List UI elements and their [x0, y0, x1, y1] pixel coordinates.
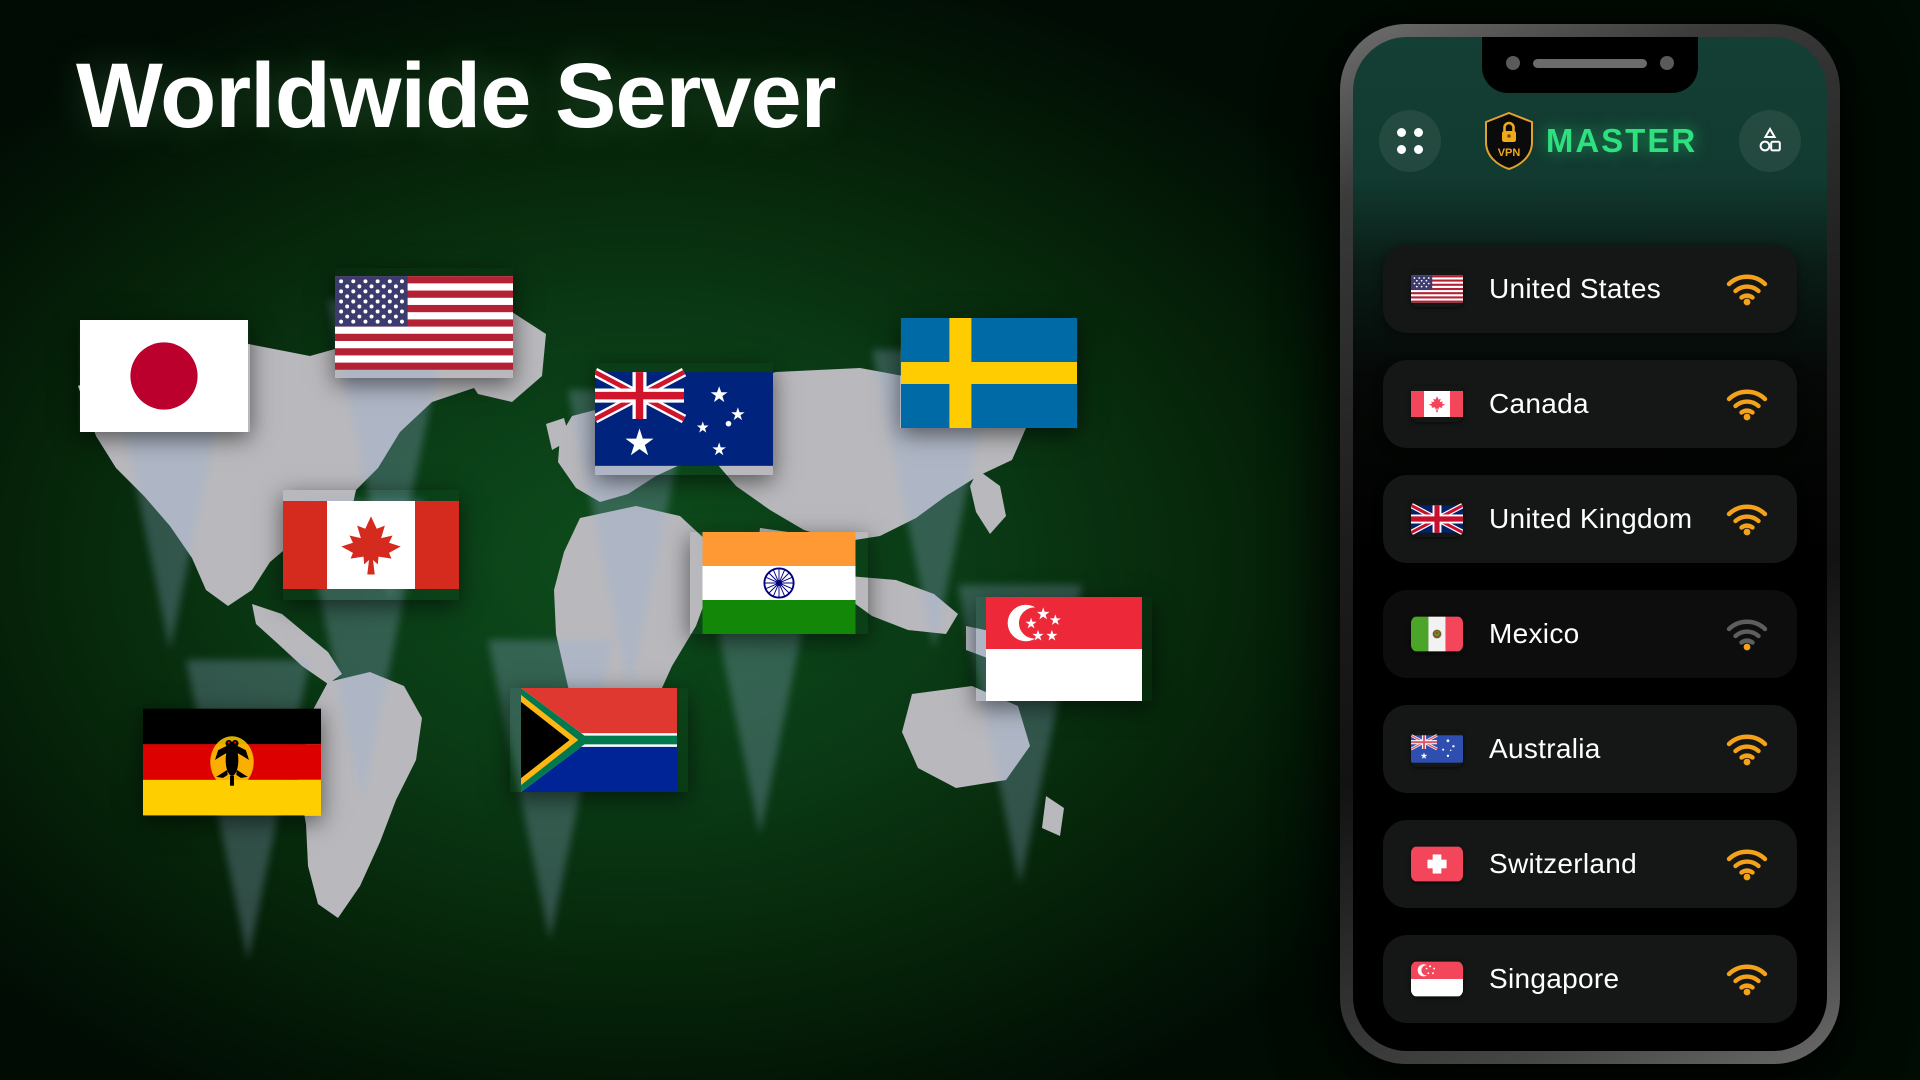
server-name: Australia — [1489, 733, 1601, 764]
wifi-icon — [1726, 734, 1768, 766]
server-name: United States — [1489, 273, 1661, 304]
app-logo: VPN MASTER — [1483, 111, 1697, 171]
poster-canvas: Worldwide Server VPN MASTER United State… — [0, 0, 1920, 1080]
flag-icon-mx — [1411, 616, 1463, 652]
map-flag-australia — [595, 363, 773, 475]
wifi-icon — [1726, 504, 1768, 536]
wifi-icon — [1726, 274, 1768, 306]
server-list: United States Canada United Kingdom Mexi… — [1353, 245, 1827, 1050]
earpiece-speaker — [1533, 59, 1647, 68]
server-row-switzerland[interactable]: Switzerland — [1383, 820, 1797, 908]
server-row-united-states[interactable]: United States — [1383, 245, 1797, 333]
shapes-icon — [1759, 126, 1781, 152]
server-row-australia[interactable]: Australia — [1383, 705, 1797, 793]
map-flag-singapore — [976, 597, 1152, 701]
map-flag-south-africa — [510, 688, 688, 792]
phone-screen: VPN MASTER United States Canada United K… — [1353, 37, 1827, 1051]
categories-button[interactable] — [1739, 110, 1801, 172]
server-name: United Kingdom — [1489, 503, 1693, 534]
app-wordmark: MASTER — [1545, 122, 1698, 159]
server-name: Singapore — [1489, 963, 1620, 994]
app-header: VPN MASTER — [1353, 99, 1827, 183]
grid-dots-icon — [1397, 128, 1423, 154]
server-name: Mexico — [1489, 618, 1580, 649]
map-flag-sweden — [900, 318, 1078, 428]
server-row-united-kingdom[interactable]: United Kingdom — [1383, 475, 1797, 563]
map-flag-india — [690, 532, 868, 634]
phone-mockup: VPN MASTER United States Canada United K… — [1340, 24, 1840, 1064]
map-flag-japan — [78, 320, 250, 432]
map-flag-germany — [143, 708, 321, 816]
flag-icon-gb — [1411, 501, 1463, 537]
phone-notch — [1482, 37, 1698, 93]
page-title: Worldwide Server — [76, 45, 836, 147]
server-name: Canada — [1489, 388, 1589, 419]
server-row-mexico[interactable]: Mexico — [1383, 590, 1797, 678]
flag-icon-ch — [1411, 846, 1463, 882]
map-flag-canada — [283, 490, 459, 600]
menu-button[interactable] — [1379, 110, 1441, 172]
flag-icon-ca — [1411, 386, 1463, 422]
front-camera-icon — [1506, 56, 1520, 70]
server-row-singapore[interactable]: Singapore — [1383, 935, 1797, 1023]
map-flag-united-states — [335, 268, 513, 378]
svg-text:VPN: VPN — [1498, 147, 1521, 159]
wifi-icon — [1726, 389, 1768, 421]
server-name: Switzerland — [1489, 848, 1638, 879]
sensor-dot-icon — [1660, 56, 1674, 70]
flag-icon-au — [1411, 731, 1463, 767]
vpn-shield-icon: VPN — [1484, 111, 1533, 171]
wifi-icon — [1726, 964, 1768, 996]
wifi-icon — [1726, 849, 1768, 881]
wifi-icon — [1726, 619, 1768, 651]
server-row-canada[interactable]: Canada — [1383, 360, 1797, 448]
flag-icon-us — [1411, 271, 1463, 307]
flag-icon-sg — [1411, 961, 1463, 997]
